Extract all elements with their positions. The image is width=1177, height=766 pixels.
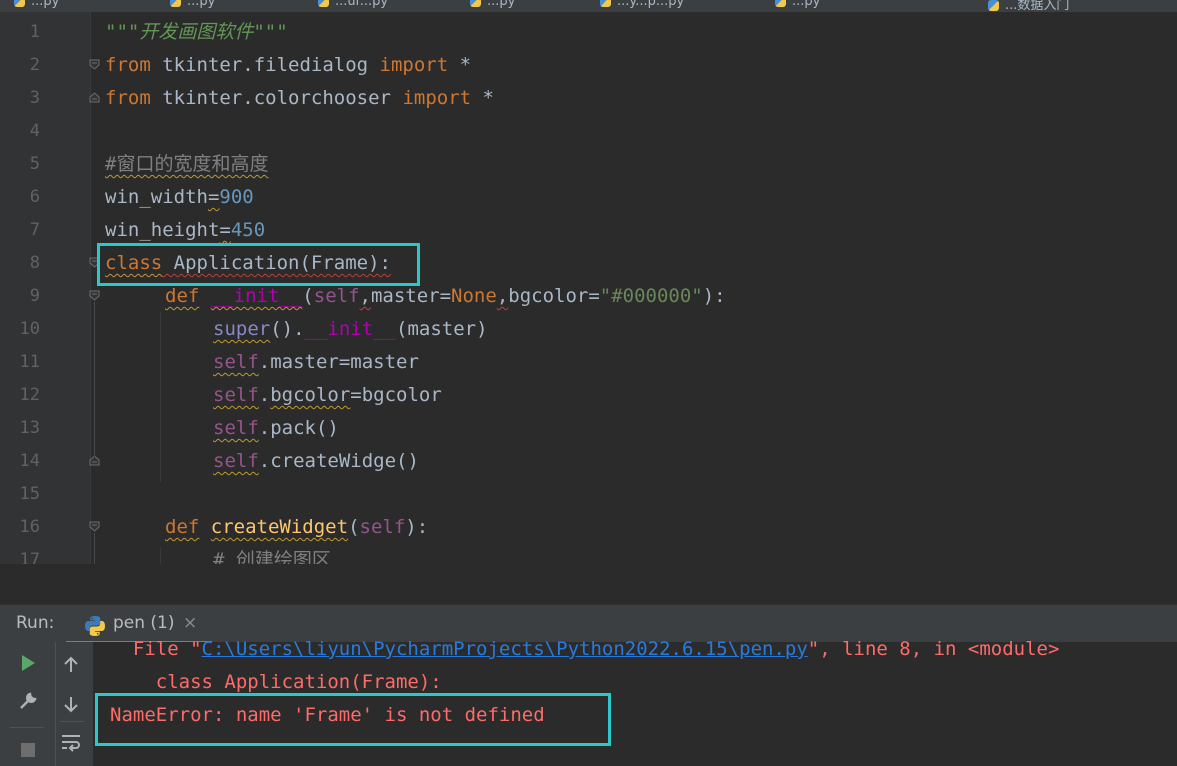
arrow-down-icon[interactable] xyxy=(59,692,83,716)
line-number: 8 xyxy=(29,253,40,273)
code-line-10: super().__init__(master) xyxy=(213,318,488,340)
fold-connector xyxy=(94,533,95,564)
run-toolbar xyxy=(0,642,93,766)
code-line-11: self.master=master xyxy=(213,351,419,373)
line-number: 5 xyxy=(29,154,40,174)
fold-start-icon[interactable] xyxy=(89,521,100,532)
editor-tab[interactable]: ...数据入门 xyxy=(988,0,1069,12)
highlight-box-class-line xyxy=(97,243,420,286)
line-number: 12 xyxy=(19,385,40,405)
code-editor[interactable]: 1 2 3 4 5 6 7 8 9 10 11 12 13 14 15 16 1… xyxy=(0,12,1177,564)
line-number: 6 xyxy=(29,187,40,207)
code-line-16: def createWidget(self): xyxy=(165,516,429,538)
line-number: 10 xyxy=(19,319,40,339)
fold-start-icon[interactable] xyxy=(89,290,100,301)
code-line-14: self.createWidge() xyxy=(213,450,419,472)
line-number: 9 xyxy=(29,286,40,306)
run-tab-label: pen (1) xyxy=(113,613,175,633)
editor-tab[interactable]: ...py xyxy=(470,0,515,9)
editor-tab[interactable]: ...py xyxy=(775,0,820,9)
editor-tab[interactable]: ...y...p...py xyxy=(600,0,684,9)
python-file-icon xyxy=(318,0,329,7)
line-number: 15 xyxy=(19,484,40,504)
toolbar-separator xyxy=(10,727,44,728)
editor-tab[interactable]: ...py xyxy=(170,0,215,9)
fold-end-icon[interactable] xyxy=(89,92,100,103)
line-number: 11 xyxy=(19,352,40,372)
file-path-link[interactable]: C:\Users\liyun\PycharmProjects\Python202… xyxy=(202,638,808,660)
line-number: 4 xyxy=(29,121,40,141)
code-line-3: from tkinter.colorchooser import * xyxy=(105,87,494,109)
python-file-icon xyxy=(600,0,611,7)
python-file-icon xyxy=(470,0,481,7)
line-number: 1 xyxy=(29,22,40,42)
toolbar-separator xyxy=(60,721,84,722)
code-line-1: """开发画图软件""" xyxy=(105,21,288,43)
code-line-6: win_width=900 xyxy=(105,186,254,208)
line-number: 14 xyxy=(19,451,40,471)
fold-start-icon[interactable] xyxy=(89,59,100,70)
soft-wrap-icon[interactable] xyxy=(59,731,83,755)
console-output[interactable]: File "C:\Users\liyun\PycharmProjects\Pyt… xyxy=(93,638,1177,766)
line-number: 13 xyxy=(19,418,40,438)
line-number: 7 xyxy=(29,220,40,240)
code-line-17: # 创建绘图区 xyxy=(213,549,331,564)
python-file-icon xyxy=(775,0,786,7)
python-file-icon xyxy=(988,0,999,11)
fold-connector xyxy=(94,302,95,457)
arrow-up-icon[interactable] xyxy=(59,653,83,677)
editor-scroll-padding xyxy=(0,564,1177,604)
toolbar-separator xyxy=(55,642,56,766)
editor-tab[interactable]: ...py xyxy=(14,0,59,9)
python-file-icon xyxy=(14,0,25,7)
code-line-5: #窗口的宽度和高度 xyxy=(105,153,269,175)
line-number: 3 xyxy=(29,88,40,108)
run-panel-label: Run: xyxy=(16,613,55,633)
wrench-icon[interactable] xyxy=(16,689,40,713)
line-number: 2 xyxy=(29,55,40,75)
python-file-icon xyxy=(170,0,181,7)
stop-icon[interactable] xyxy=(16,738,40,762)
python-icon xyxy=(84,615,106,641)
line-number: 16 xyxy=(19,517,40,537)
highlight-box-error xyxy=(95,693,611,746)
code-line-12: self.bgcolor=bgcolor xyxy=(213,384,442,406)
indent-guide xyxy=(160,312,161,482)
line-number: 17 xyxy=(19,550,40,564)
traceback-file-line: File "C:\Users\liyun\PycharmProjects\Pyt… xyxy=(110,638,1060,660)
editor-tab[interactable]: ...ur...py xyxy=(318,0,388,9)
close-icon[interactable]: × xyxy=(183,613,197,633)
run-icon[interactable] xyxy=(16,651,40,675)
line-number-gutter: 1 2 3 4 5 6 7 8 9 10 11 12 13 14 15 16 1… xyxy=(0,12,90,564)
indent-guide xyxy=(160,547,161,564)
code-line-2: from tkinter.filedialog import * xyxy=(105,54,472,76)
code-line-13: self.pack() xyxy=(213,417,339,439)
